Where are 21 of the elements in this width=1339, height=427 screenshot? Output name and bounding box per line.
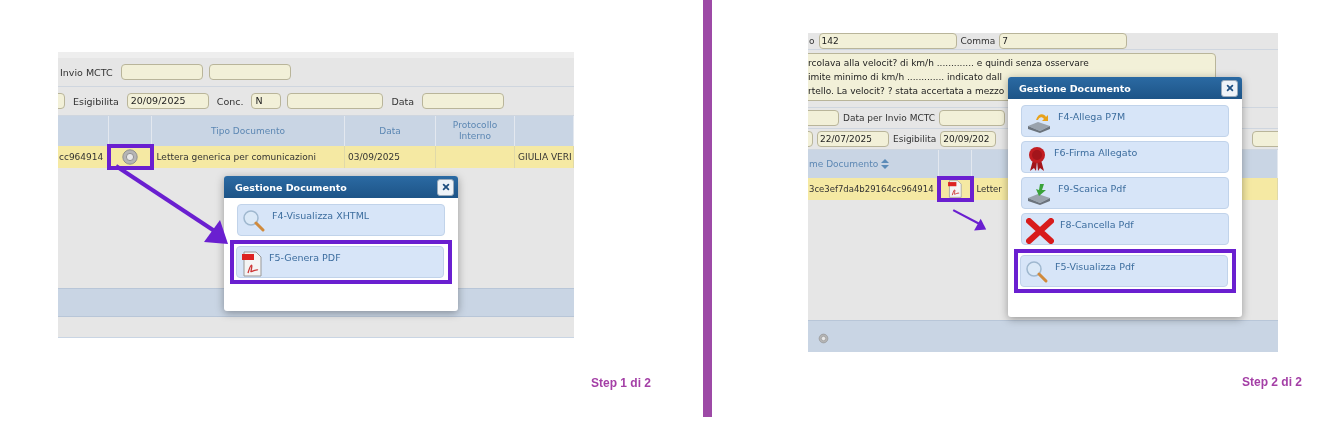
field-label: Invio MCTC: [59, 66, 114, 78]
column-header: Protocollo Interno: [435, 116, 515, 146]
dialog-title: Gestione Documento: [1019, 82, 1131, 94]
field-label: Esigibilita: [72, 95, 120, 107]
field-label: Esigibilita: [893, 134, 937, 144]
table-cell: cc964914: [59, 152, 104, 162]
step-caption: Step 1 di 2: [591, 376, 652, 390]
field-label: Conc.: [215, 95, 245, 107]
column-header: Data: [344, 116, 436, 146]
table-cell: Letter: [976, 184, 1002, 194]
table-cell: Lettera generica per comunicazioni: [156, 152, 316, 162]
field-label: o: [809, 36, 815, 46]
field-label: Comma: [960, 36, 996, 46]
table-cell: 3ce3ef7da4b29164cc964914: [809, 184, 934, 194]
table-cell: GIULIA VERI: [518, 152, 572, 162]
field-label: Data per Invio MCTC: [843, 113, 936, 123]
field-label: Data: [390, 95, 416, 107]
dialog-title: Gestione Documento: [235, 181, 347, 193]
step-caption: Step 2 di 2: [1242, 375, 1303, 389]
table-cell: 03/09/2025: [348, 152, 400, 162]
column-header: Tipo Documento: [151, 116, 345, 146]
